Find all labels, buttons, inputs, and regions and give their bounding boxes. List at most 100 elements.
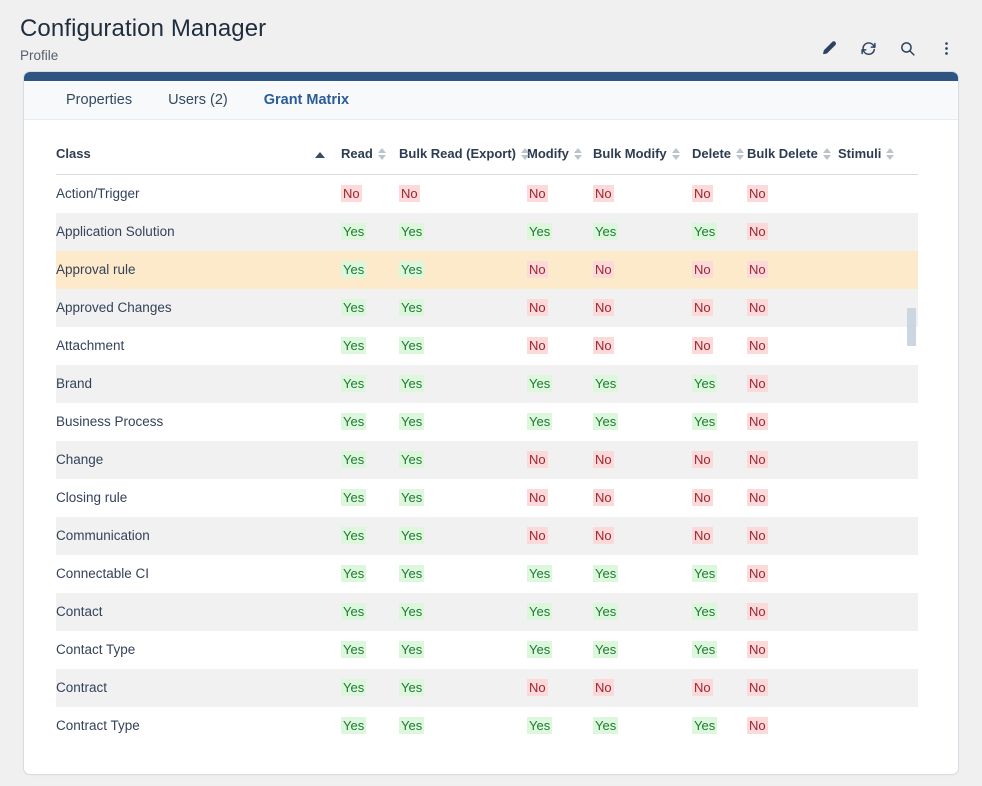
cell-stimuli <box>838 479 918 517</box>
cell-modify: Yes <box>527 555 593 593</box>
table-row[interactable]: CommunicationYesYesNoNoNoNo <box>56 517 918 555</box>
cell-class-name: Approved Changes <box>56 289 341 327</box>
cell-delete: Yes <box>692 403 747 441</box>
cell-class-name: Connectable CI <box>56 555 341 593</box>
sort-ascending-icon <box>315 152 325 158</box>
grant-value: Yes <box>692 603 717 620</box>
table-row[interactable]: Business ProcessYesYesYesYesYesNo <box>56 403 918 441</box>
grant-value: Yes <box>341 717 366 734</box>
table-row[interactable]: Contact TypeYesYesYesYesYesNo <box>56 631 918 669</box>
grant-value: Yes <box>399 603 424 620</box>
cell-bulk-read: Yes <box>399 707 527 745</box>
column-header-bulk-delete[interactable]: Bulk Delete <box>747 146 838 175</box>
column-header-bulk-read[interactable]: Bulk Read (Export) <box>399 146 527 175</box>
table-row[interactable]: Connectable CIYesYesYesYesYesNo <box>56 555 918 593</box>
cell-read: Yes <box>341 517 399 555</box>
cell-bulk-delete: No <box>747 327 838 365</box>
cell-modify: Yes <box>527 403 593 441</box>
grant-value: No <box>747 413 768 430</box>
table-row[interactable]: Closing ruleYesYesNoNoNoNo <box>56 479 918 517</box>
cell-bulk-read: Yes <box>399 213 527 251</box>
column-label-bulk-read: Bulk Read (Export) <box>399 146 516 161</box>
sort-toggle-icon <box>521 148 529 160</box>
cell-read: Yes <box>341 403 399 441</box>
cell-stimuli <box>838 289 918 327</box>
grant-value: No <box>747 375 768 392</box>
cell-class-name: Approval rule <box>56 251 341 289</box>
cell-bulk-modify: Yes <box>593 707 692 745</box>
table-row[interactable]: Contract TypeYesYesYesYesYesNo <box>56 707 918 745</box>
table-row[interactable]: ChangeYesYesNoNoNoNo <box>56 441 918 479</box>
cell-bulk-read: Yes <box>399 593 527 631</box>
grant-value: Yes <box>341 413 366 430</box>
cell-delete: No <box>692 175 747 213</box>
page-header: Configuration Manager Profile <box>0 0 982 68</box>
cell-class-name: Brand <box>56 365 341 403</box>
grant-value: Yes <box>399 375 424 392</box>
search-icon[interactable] <box>897 38 917 58</box>
tab-users[interactable]: Users (2) <box>150 81 246 120</box>
grant-value: Yes <box>341 679 366 696</box>
cell-modify: Yes <box>527 707 593 745</box>
table-row[interactable]: Action/TriggerNoNoNoNoNoNo <box>56 175 918 213</box>
cell-stimuli <box>838 403 918 441</box>
table-row[interactable]: Approval ruleYesYesNoNoNoNo <box>56 251 918 289</box>
table-header: Class Read Bulk Read (Export) <box>56 146 918 175</box>
cell-class-name: Communication <box>56 517 341 555</box>
column-header-stimuli[interactable]: Stimuli <box>838 146 918 175</box>
cell-bulk-modify: No <box>593 669 692 707</box>
table-row[interactable]: ContactYesYesYesYesYesNo <box>56 593 918 631</box>
grant-value: Yes <box>692 375 717 392</box>
sort-toggle-icon <box>736 148 744 160</box>
grant-value: Yes <box>399 261 424 278</box>
table-row[interactable]: AttachmentYesYesNoNoNoNo <box>56 327 918 365</box>
grant-value: No <box>593 299 614 316</box>
more-options-icon[interactable] <box>936 38 956 58</box>
column-header-bulk-modify[interactable]: Bulk Modify <box>593 146 692 175</box>
grant-value: Yes <box>399 717 424 734</box>
cell-stimuli <box>838 175 918 213</box>
cell-modify: Yes <box>527 631 593 669</box>
table-scrollbar-track[interactable] <box>907 307 916 775</box>
grant-value: Yes <box>527 603 552 620</box>
cell-bulk-modify: Yes <box>593 593 692 631</box>
cell-bulk-modify: No <box>593 289 692 327</box>
grant-value: Yes <box>593 565 618 582</box>
table-row[interactable]: BrandYesYesYesYesYesNo <box>56 365 918 403</box>
cell-class-name: Contact Type <box>56 631 341 669</box>
cell-bulk-read: Yes <box>399 441 527 479</box>
table-row[interactable]: ContractYesYesNoNoNoNo <box>56 669 918 707</box>
sort-toggle-icon <box>823 148 831 160</box>
grant-value: Yes <box>593 413 618 430</box>
cell-modify: No <box>527 441 593 479</box>
cell-bulk-modify: Yes <box>593 365 692 403</box>
cell-bulk-modify: No <box>593 517 692 555</box>
column-header-delete[interactable]: Delete <box>692 146 747 175</box>
cell-read: Yes <box>341 669 399 707</box>
column-header-class[interactable]: Class <box>56 146 341 175</box>
cell-bulk-delete: No <box>747 669 838 707</box>
tab-grant-matrix[interactable]: Grant Matrix <box>246 81 367 120</box>
sort-toggle-icon <box>574 148 582 160</box>
grant-value: Yes <box>692 565 717 582</box>
cell-bulk-read: Yes <box>399 327 527 365</box>
table-scrollbar-thumb[interactable] <box>907 308 916 346</box>
tab-properties[interactable]: Properties <box>48 81 150 120</box>
grant-value: Yes <box>341 641 366 658</box>
cell-stimuli <box>838 555 918 593</box>
cell-class-name: Contract <box>56 669 341 707</box>
cell-stimuli <box>838 517 918 555</box>
cell-modify: No <box>527 479 593 517</box>
grant-value: Yes <box>692 413 717 430</box>
grant-value: Yes <box>593 717 618 734</box>
header-action-bar <box>819 38 956 58</box>
sort-toggle-icon <box>886 148 894 160</box>
table-row[interactable]: Application SolutionYesYesYesYesYesNo <box>56 213 918 251</box>
column-header-read[interactable]: Read <box>341 146 399 175</box>
cell-bulk-modify: No <box>593 441 692 479</box>
refresh-icon[interactable] <box>858 38 878 58</box>
table-row[interactable]: Approved ChangesYesYesNoNoNoNo <box>56 289 918 327</box>
edit-icon[interactable] <box>819 38 839 58</box>
column-label-modify: Modify <box>527 146 569 161</box>
column-header-modify[interactable]: Modify <box>527 146 593 175</box>
